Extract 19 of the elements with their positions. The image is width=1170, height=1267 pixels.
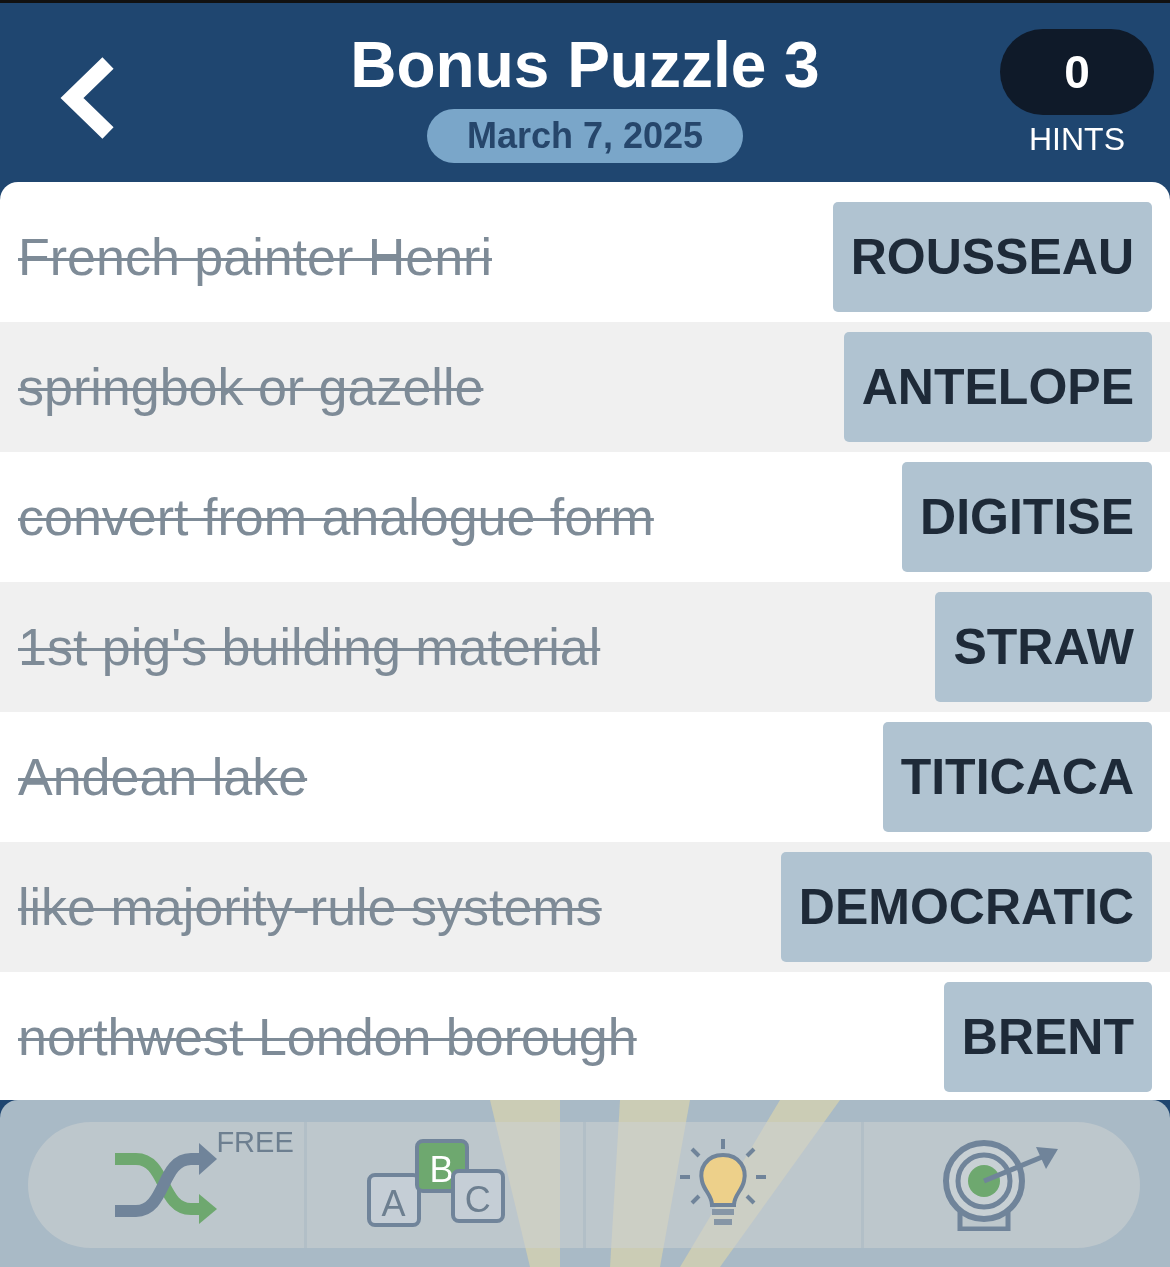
- answer-tile[interactable]: TITICACA: [882, 722, 1152, 832]
- clue-text: convert from analogue form: [18, 487, 654, 547]
- answer-tile[interactable]: ROUSSEAU: [832, 202, 1152, 312]
- clue-text: northwest London borough: [18, 1007, 637, 1067]
- answer-tile[interactable]: ANTELOPE: [843, 332, 1152, 442]
- clue-text: Andean lake: [18, 747, 308, 807]
- clue-text: 1st pig's building material: [18, 617, 601, 677]
- clue-text: springbok or gazelle: [18, 357, 484, 417]
- answer-tile[interactable]: DIGITISE: [902, 462, 1152, 572]
- date-label: March 7, 2025: [426, 109, 744, 163]
- puzzle-title: Bonus Puzzle 3: [350, 29, 820, 101]
- hints-label: HINTS: [1029, 121, 1125, 158]
- hint-count[interactable]: 0: [1000, 29, 1154, 115]
- answer-tile[interactable]: DEMOCRATIC: [780, 852, 1152, 962]
- answer-tile[interactable]: BRENT: [943, 982, 1152, 1092]
- clue-text: like majority-rule systems: [18, 877, 602, 937]
- free-label: FREE: [216, 1126, 294, 1159]
- answer-tile[interactable]: STRAW: [935, 592, 1152, 702]
- clue-text: French painter Henri: [18, 227, 492, 287]
